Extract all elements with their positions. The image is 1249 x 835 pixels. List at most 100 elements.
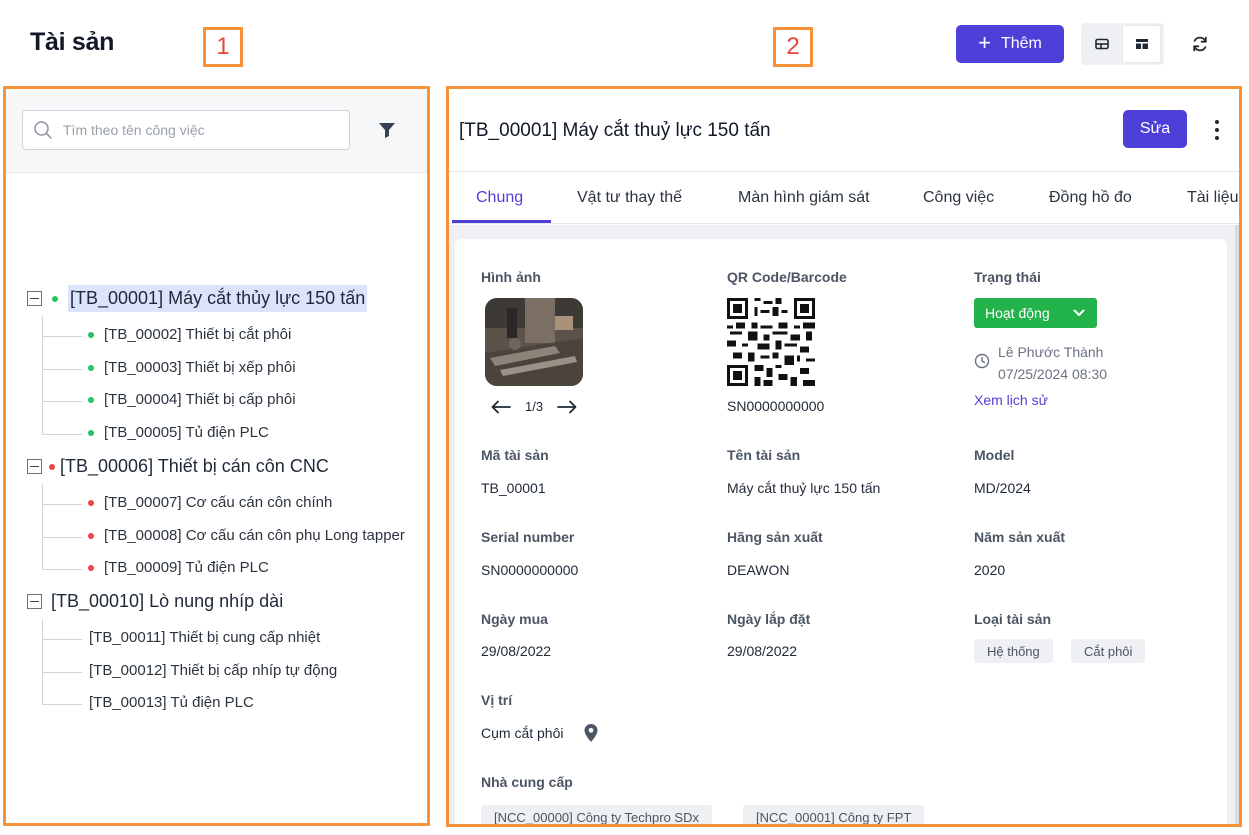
asset-type-tag: Hệ thống — [974, 639, 1053, 663]
tree-node-label: [TB_00009] Tủ điện PLC — [104, 559, 269, 576]
tree-node-parent[interactable]: [TB_00001] Máy cắt thủy lực 150 tấn — [27, 285, 368, 312]
image-label: Hình ảnh — [481, 269, 541, 285]
search-input[interactable] — [63, 122, 333, 138]
tree-node-label: [TB_00004] Thiết bị cấp phôi — [104, 391, 296, 408]
status-dot-icon — [88, 499, 94, 506]
tree-node-label: [TB_00008] Cơ cấu cán côn phụ Long tappe… — [104, 527, 405, 544]
year-value: 2020 — [974, 562, 1006, 578]
tab-work-orders[interactable]: Công việc — [923, 172, 994, 224]
image-pager-count: 1/3 — [525, 399, 544, 414]
tab-documents[interactable]: Tài liệu đ — [1187, 172, 1239, 224]
tree-node-child[interactable]: [TB_00009] Tủ điện PLC — [88, 559, 269, 576]
assets-page: Tài sản 1 2 + Thêm Tìm theo tên công việ… — [0, 0, 1249, 835]
tree-node-parent[interactable]: [TB_00006] Thiết bị cán côn CNC — [27, 456, 329, 477]
supplier-label: Nhà cung cấp — [481, 774, 573, 790]
status-dot-icon — [52, 295, 58, 302]
supplier-tag: [NCC_00000] Công ty Techpro SDx — [481, 805, 712, 824]
status-dot-icon — [88, 396, 94, 403]
split-view-icon — [1135, 39, 1148, 49]
asset-type-label: Loại tài sản — [974, 611, 1052, 627]
tree-node-child[interactable]: [TB_00004] Thiết bị cấp phôi — [88, 391, 296, 408]
detail-title: [TB_00001] Máy cắt thuỷ lực 150 tấn — [459, 120, 771, 141]
arrow-right-icon[interactable] — [557, 400, 577, 414]
filter-icon — [379, 123, 395, 138]
add-button-label: Thêm — [1000, 35, 1042, 52]
status-value: Hoạt động — [985, 305, 1050, 321]
asset-tree-panel: [TB_00001] Máy cắt thủy lực 150 tấn [TB_… — [3, 86, 430, 826]
tree-node-label: [TB_00002] Thiết bị cắt phôi — [104, 326, 292, 343]
tab-monitoring[interactable]: Màn hình giám sát — [738, 172, 870, 224]
view-history-link[interactable]: Xem lịch sử — [974, 392, 1048, 408]
tree-node-child[interactable]: [TB_00012] Thiết bị cấp nhíp tự động — [89, 662, 337, 679]
page-title: Tài sản — [30, 28, 115, 56]
tab-meters[interactable]: Đồng hồ đo — [1049, 172, 1132, 224]
year-label: Năm sản xuất — [974, 529, 1066, 545]
general-info-card: Hình ảnh 1/3 QR Code/Barcode SN000000000… — [455, 239, 1227, 824]
tree-node-label: [TB_00011] Thiết bị cung cấp nhiệt — [89, 629, 321, 646]
tree-view-button[interactable] — [1122, 25, 1161, 63]
tree-node-child[interactable]: [TB_00013] Tủ điện PLC — [89, 694, 254, 711]
scrollbar[interactable] — [1235, 225, 1239, 824]
arrow-left-icon[interactable] — [491, 400, 511, 414]
qr-code-icon[interactable] — [727, 298, 815, 386]
tree-search-bar — [6, 89, 427, 173]
tree-node-child[interactable]: [TB_00005] Tủ điện PLC — [88, 424, 269, 441]
supplier-tag: [NCC_00001] Công ty FPT — [743, 805, 925, 824]
maker-label: Hãng sản xuất — [727, 529, 823, 545]
asset-code-label: Mã tài sản — [481, 447, 549, 463]
view-toggle — [1081, 23, 1164, 65]
tree-node-child[interactable]: [TB_00007] Cơ cấu cán côn chính — [88, 494, 332, 511]
tree-node-parent[interactable]: [TB_00010] Lò nung nhíp dài — [27, 591, 283, 612]
tree-node-label: [TB_00007] Cơ cấu cán côn chính — [104, 494, 333, 511]
status-dropdown[interactable]: Hoạt động — [974, 298, 1097, 328]
tab-general[interactable]: Chung — [476, 172, 523, 224]
location-value: Cụm cắt phôi — [481, 725, 564, 741]
more-options-icon[interactable] — [1207, 117, 1227, 143]
tree-node-label: [TB_00012] Thiết bị cấp nhíp tự động — [89, 662, 338, 679]
install-date-label: Ngày lắp đặt — [727, 611, 811, 627]
tree-node-label: [TB_00006] Thiết bị cán côn CNC — [60, 456, 329, 476]
tree-node-child[interactable]: [TB_00011] Thiết bị cung cấp nhiệt — [89, 629, 320, 646]
image-pager: 1/3 — [491, 399, 577, 414]
asset-photo[interactable] — [485, 298, 583, 386]
install-date-value: 29/08/2022 — [727, 643, 798, 659]
status-dot-icon — [88, 532, 94, 539]
tree-node-child[interactable]: [TB_00002] Thiết bị cắt phôi — [88, 326, 291, 343]
history-user: Lê Phước Thành — [998, 344, 1104, 360]
qr-label: QR Code/Barcode — [727, 269, 847, 285]
status-dot-icon — [49, 463, 55, 470]
tree-node-child[interactable]: [TB_00003] Thiết bị xếp phôi — [88, 359, 296, 376]
tab-spare-parts[interactable]: Vật tư thay thế — [577, 172, 682, 224]
search-icon — [23, 110, 63, 150]
refresh-icon — [1193, 36, 1207, 52]
location-pin-icon[interactable] — [583, 723, 599, 743]
detail-header: [TB_00001] Máy cắt thuỷ lực 150 tấn Sửa — [449, 89, 1239, 172]
refresh-button[interactable] — [1186, 30, 1214, 58]
purchase-date-value: 29/08/2022 — [481, 643, 552, 659]
filter-button[interactable] — [376, 119, 398, 141]
collapse-icon[interactable] — [27, 291, 42, 306]
status-dot-icon — [88, 364, 94, 371]
tree-node-label: [TB_00013] Tủ điện PLC — [89, 694, 254, 711]
add-asset-button[interactable]: + Thêm — [956, 25, 1064, 63]
asset-code-value: TB_00001 — [481, 480, 546, 496]
asset-type-tag: Cắt phôi — [1071, 639, 1146, 663]
collapse-icon[interactable] — [27, 459, 42, 474]
tree-node-label: [TB_00001] Máy cắt thủy lực 150 tấn — [68, 285, 368, 312]
history-time: 07/25/2024 08:30 — [998, 366, 1107, 382]
chevron-down-icon — [1073, 309, 1085, 316]
callout-marker-2: 2 — [773, 27, 813, 67]
asset-detail-panel: [TB_00001] Máy cắt thuỷ lực 150 tấn Sửa … — [446, 86, 1242, 827]
status-label: Trạng thái — [974, 269, 1041, 285]
tree-node-child[interactable]: [TB_00008] Cơ cấu cán côn phụ Long tappe… — [88, 527, 405, 544]
status-history: Lê Phước Thành 07/25/2024 08:30 — [974, 341, 1107, 385]
tree-node-label: [TB_00003] Thiết bị xếp phôi — [104, 359, 296, 376]
model-value: MD/2024 — [974, 480, 1031, 496]
purchase-date-label: Ngày mua — [481, 611, 548, 627]
collapse-icon[interactable] — [27, 594, 42, 609]
location-label: Vị trí — [481, 692, 513, 708]
table-view-button[interactable] — [1081, 23, 1122, 65]
maker-value: DEAWON — [727, 562, 790, 578]
edit-button[interactable]: Sửa — [1123, 110, 1187, 148]
table-view-icon — [1094, 38, 1109, 50]
